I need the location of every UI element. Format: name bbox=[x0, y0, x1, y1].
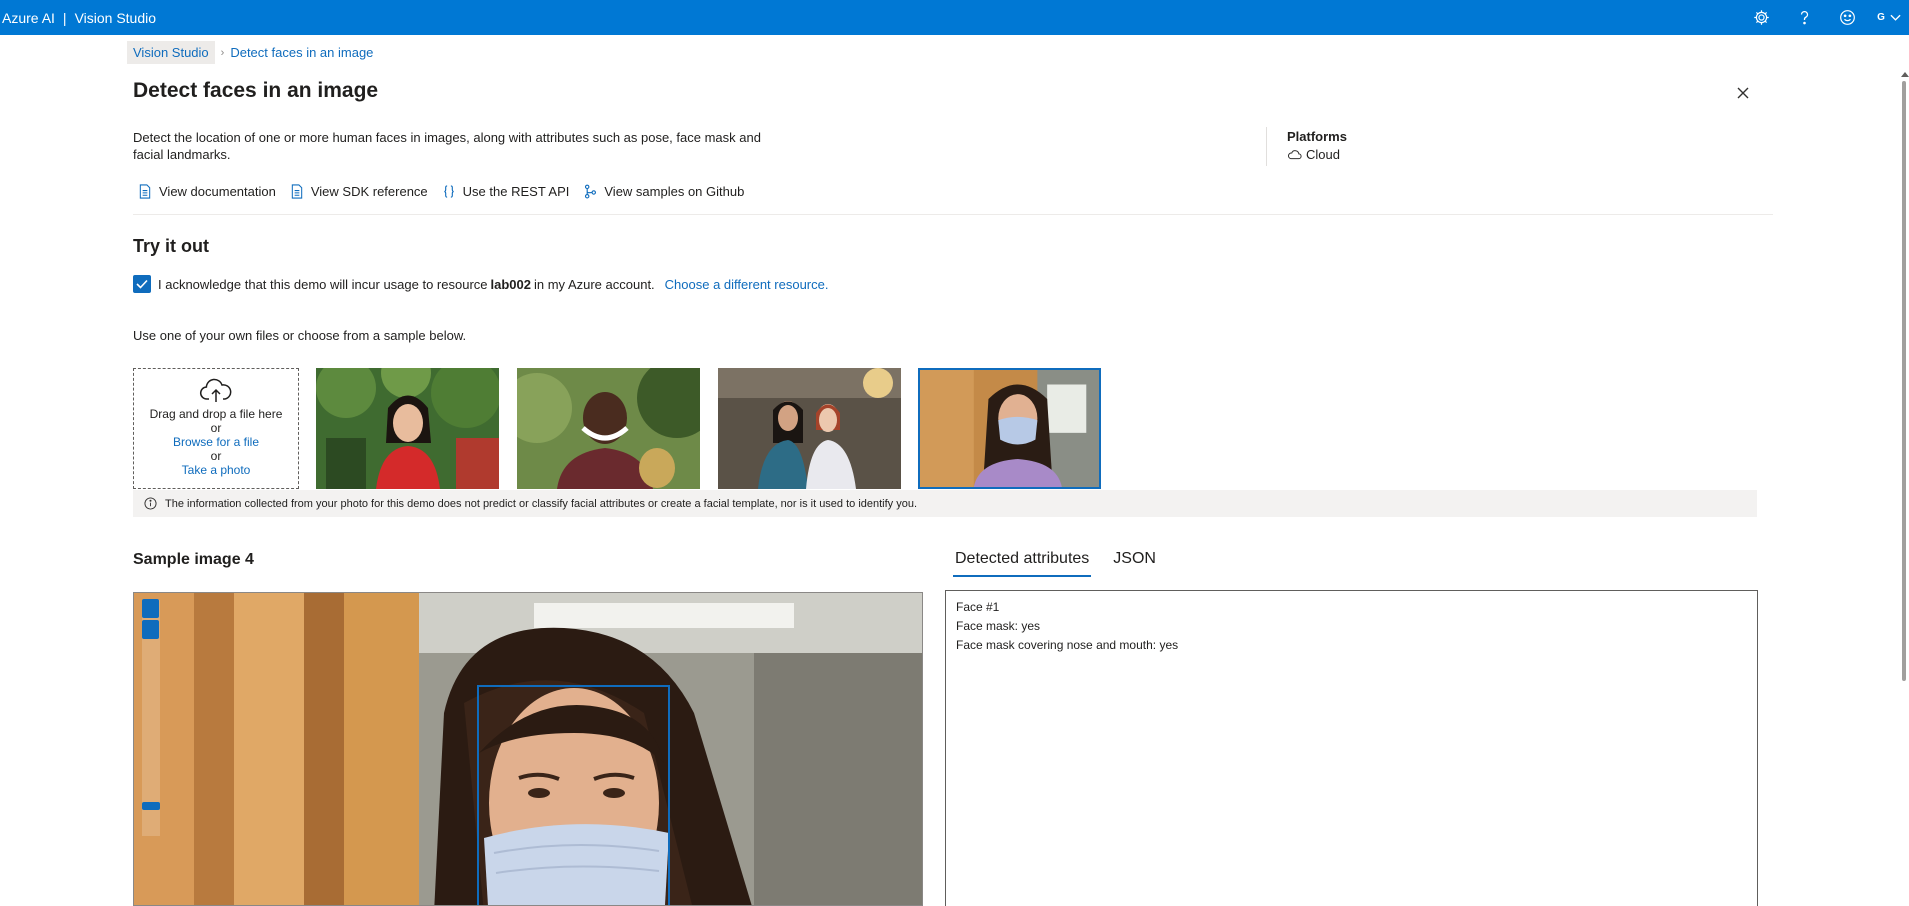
or-text: or bbox=[210, 421, 222, 435]
browse-file-link[interactable]: Browse for a file bbox=[173, 435, 259, 449]
take-photo-link[interactable]: Take a photo bbox=[182, 463, 251, 477]
acknowledge-row: I acknowledge that this demo will incur … bbox=[133, 275, 828, 293]
acknowledge-checkbox[interactable] bbox=[133, 275, 151, 293]
zoom-slider-handle[interactable] bbox=[142, 802, 160, 810]
try-it-out-title: Try it out bbox=[133, 236, 209, 256]
cloud-icon bbox=[1287, 150, 1302, 160]
info-notice-text: The information collected from your phot… bbox=[165, 497, 918, 510]
sample-image-title: Sample image 4 bbox=[133, 551, 254, 568]
platforms-panel: Platforms Cloud bbox=[1287, 129, 1347, 162]
use-rest-api-label: Use the REST API bbox=[462, 184, 570, 199]
face-id: Face #1 bbox=[956, 600, 1000, 614]
braces-icon bbox=[443, 185, 454, 198]
section-divider bbox=[133, 214, 1773, 215]
sample-image-4[interactable] bbox=[918, 368, 1101, 489]
sample-photo-4 bbox=[920, 370, 1099, 487]
drag-drop-text: Drag and drop a file here bbox=[149, 407, 283, 421]
document-icon bbox=[139, 184, 151, 199]
choose-resource-link[interactable]: Choose a different resource. bbox=[665, 277, 829, 292]
tab-json[interactable]: JSON bbox=[1111, 550, 1158, 577]
info-icon bbox=[144, 497, 157, 510]
cloud-upload-icon bbox=[199, 378, 232, 402]
use-rest-api-link[interactable]: Use the REST API bbox=[442, 184, 570, 199]
face-bounding-box[interactable] bbox=[477, 685, 670, 905]
breadcrumb-current[interactable]: Detect faces in an image bbox=[230, 45, 373, 60]
view-samples-github-label: View samples on Github bbox=[604, 184, 745, 199]
view-documentation-label: View documentation bbox=[159, 184, 276, 199]
page-scrollbar[interactable] bbox=[1899, 64, 1909, 906]
sample-image-2[interactable] bbox=[517, 368, 700, 489]
help-icon bbox=[1800, 10, 1809, 25]
sample-photo-1 bbox=[316, 368, 499, 489]
detected-attributes-panel: Face #1 Face mask: yes Face mask coverin… bbox=[945, 590, 1758, 906]
scrollbar-thumb[interactable] bbox=[1902, 81, 1906, 681]
use-own-files-text: Use one of your own files or choose from… bbox=[133, 328, 467, 343]
divider bbox=[1266, 127, 1267, 166]
sample-photo-3 bbox=[718, 368, 901, 489]
sample-image-3[interactable] bbox=[718, 368, 901, 489]
image-viewer bbox=[133, 592, 923, 906]
result-tabs: Detected attributes JSON bbox=[953, 550, 1178, 577]
view-documentation-link[interactable]: View documentation bbox=[138, 184, 276, 199]
tab-detected-attributes[interactable]: Detected attributes bbox=[953, 550, 1092, 577]
app-brand[interactable]: Azure AI | Vision Studio bbox=[0, 10, 156, 26]
branch-icon bbox=[585, 184, 597, 199]
info-notice-bar: The information collected from your phot… bbox=[133, 490, 1757, 517]
breadcrumb-vision-studio[interactable]: Vision Studio bbox=[127, 41, 215, 64]
zoom-in-button[interactable] bbox=[142, 599, 159, 618]
smiley-icon bbox=[1840, 10, 1855, 25]
zoom-out-button[interactable] bbox=[142, 620, 159, 639]
view-samples-github-link[interactable]: View samples on Github bbox=[583, 184, 744, 199]
document-icon bbox=[291, 184, 303, 199]
page-title: Detect faces in an image bbox=[133, 79, 379, 102]
breadcrumb-chevron-icon: › bbox=[220, 46, 225, 59]
face-mask-attribute: Face mask: yes bbox=[956, 619, 1041, 633]
platforms-title: Platforms bbox=[1287, 129, 1347, 144]
brand-name: Azure AI bbox=[2, 9, 55, 26]
ack-prefix: I acknowledge that this demo will incur … bbox=[158, 276, 488, 292]
account-initial: G bbox=[1877, 12, 1885, 23]
top-bar: Azure AI | Vision Studio G bbox=[0, 0, 1909, 35]
brand-separator: | bbox=[62, 9, 67, 26]
ack-suffix: in my Azure account. bbox=[534, 276, 655, 292]
chevron-down-icon bbox=[1890, 14, 1901, 21]
platform-label: Cloud bbox=[1306, 147, 1340, 162]
page-description: Detect the location of one or more human… bbox=[133, 130, 761, 162]
platform-cloud: Cloud bbox=[1287, 147, 1347, 162]
view-sdk-reference-label: View SDK reference bbox=[310, 184, 428, 199]
product-name: Vision Studio bbox=[74, 9, 157, 26]
checkmark-icon bbox=[136, 279, 148, 289]
resource-name: lab002 bbox=[490, 276, 531, 292]
account-menu[interactable]: G bbox=[1869, 0, 1909, 35]
resource-links: View documentation View SDK reference Us… bbox=[138, 184, 744, 199]
scroll-up-arrow-icon[interactable] bbox=[1901, 72, 1909, 77]
sample-photo-2 bbox=[517, 368, 700, 489]
breadcrumb: Vision Studio › Detect faces in an image bbox=[127, 40, 373, 65]
sample-image-1[interactable] bbox=[316, 368, 499, 489]
settings-button[interactable] bbox=[1740, 0, 1783, 35]
gear-icon bbox=[1754, 10, 1769, 25]
or-text: or bbox=[210, 449, 222, 463]
close-icon[interactable] bbox=[1733, 83, 1753, 103]
top-actions: G bbox=[1740, 0, 1909, 35]
mask-coverage-attribute: Face mask covering nose and mouth: yes bbox=[956, 638, 1179, 652]
file-dropzone[interactable]: Drag and drop a file here or Browse for … bbox=[133, 368, 299, 489]
feedback-button[interactable] bbox=[1826, 0, 1869, 35]
help-button[interactable] bbox=[1783, 0, 1826, 35]
view-sdk-reference-link[interactable]: View SDK reference bbox=[290, 184, 428, 199]
